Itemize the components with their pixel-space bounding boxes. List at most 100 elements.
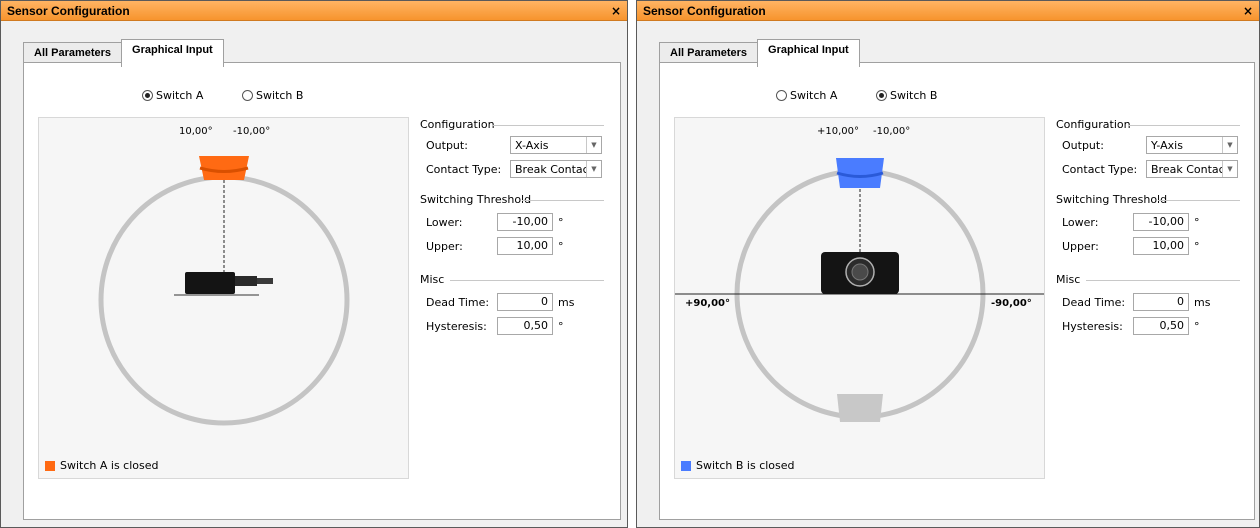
contact-type-value: Break Contact [515,162,586,176]
opposite-marker [837,394,883,422]
tab-page-graphical-input: Switch A Switch B +10,00° -10,00° +90,00… [659,62,1255,520]
dead-time-input[interactable]: 0 [497,293,553,311]
hysteresis-input[interactable]: 0,50 [497,317,553,335]
angle-circle [98,174,350,426]
group-divider [1128,125,1240,126]
contact-type-label: Contact Type: [426,163,502,176]
switch-a-label: Switch A [156,89,204,102]
title-bar[interactable]: Sensor Configuration × [637,1,1259,21]
connector-pins-icon [851,263,869,281]
dead-time-unit: ms [1194,296,1211,309]
upper-label: Upper: [426,240,463,253]
output-label: Output: [1062,139,1104,152]
sensor-side-icon [185,272,235,294]
lower-threshold-input[interactable]: -10,00 [1133,213,1189,231]
hysteresis-input[interactable]: 0,50 [1133,317,1189,335]
dead-time-label: Dead Time: [426,296,490,309]
angle-graphic[interactable]: 10,00° -10,00° Switch A is closed [38,117,409,479]
radio-selected-icon [876,90,887,101]
tab-graphical-input[interactable]: Graphical Input [757,39,860,67]
group-divider [1086,280,1240,281]
contact-type-select[interactable]: Break Contact ▼ [1146,160,1238,178]
angle-diagram [98,156,350,426]
window-title: Sensor Configuration [7,3,130,18]
threshold-label-lower: -10,00° [233,126,271,137]
configuration-group-title: Configuration [1056,118,1131,131]
switch-state-legend: Switch A is closed [45,459,158,472]
lower-label: Lower: [1062,216,1099,229]
threshold-marker[interactable] [836,158,884,188]
legend-swatch [45,460,55,471]
upper-threshold-input[interactable]: 10,00 [497,237,553,255]
chevron-down-icon[interactable]: ▼ [1222,137,1237,153]
contact-type-label: Contact Type: [1062,163,1138,176]
output-value: Y-Axis [1151,138,1183,152]
upper-threshold-input[interactable]: 10,00 [1133,237,1189,255]
lower-unit: ° [558,216,564,229]
sensor-connector-icon [235,276,257,286]
sensor-config-window-b: Sensor Configuration × All Parameters Gr… [636,0,1260,528]
contact-type-value: Break Contact [1151,162,1222,176]
radio-unselected-icon [242,90,253,101]
configuration-group-title: Configuration [420,118,495,131]
lower-label: Lower: [426,216,463,229]
threshold-group-title: Switching Threshold [420,193,532,206]
legend-text: Switch A is closed [60,459,159,472]
upper-label: Upper: [1062,240,1099,253]
hysteresis-label: Hysteresis: [1062,320,1123,333]
hysteresis-unit: ° [1194,320,1200,333]
output-select[interactable]: X-Axis ▼ [510,136,602,154]
output-select[interactable]: Y-Axis ▼ [1146,136,1238,154]
switch-b-label: Switch B [256,89,304,102]
title-bar[interactable]: Sensor Configuration × [1,1,627,21]
group-divider [522,200,604,201]
radio-unselected-icon [776,90,787,101]
sensor-cable-icon [257,278,273,284]
threshold-group-title: Switching Threshold [1056,193,1168,206]
threshold-label-lower: -10,00° [873,126,911,137]
output-value: X-Axis [515,138,549,152]
misc-group-title: Misc [1056,273,1081,286]
switch-b-label: Switch B [890,89,938,102]
upper-unit: ° [1194,240,1200,253]
upper-unit: ° [558,240,564,253]
window-title: Sensor Configuration [643,3,766,18]
threshold-label-upper: +10,00° [817,126,860,137]
dead-time-input[interactable]: 0 [1133,293,1189,311]
switch-a-radio[interactable]: Switch A [776,89,837,102]
tab-page-graphical-input: Switch A Switch B 10,00° -10,00° Switch … [23,62,621,520]
threshold-label-upper: 10,00° [179,126,213,137]
angle-graphic[interactable]: +10,00° -10,00° +90,00° -90,00° Switch B… [674,117,1045,479]
angle-diagram [675,158,1044,422]
hysteresis-unit: ° [558,320,564,333]
threshold-marker[interactable] [199,156,249,180]
hysteresis-label: Hysteresis: [426,320,487,333]
group-divider [450,280,604,281]
chevron-down-icon[interactable]: ▼ [586,161,601,177]
switch-a-radio[interactable]: Switch A [142,89,203,102]
close-icon[interactable]: × [611,4,621,18]
chevron-down-icon[interactable]: ▼ [586,137,601,153]
chevron-down-icon[interactable]: ▼ [1222,161,1237,177]
group-divider [1158,200,1240,201]
switch-b-radio[interactable]: Switch B [242,89,303,102]
lower-threshold-input[interactable]: -10,00 [497,213,553,231]
legend-text: Switch B is closed [696,459,795,472]
output-label: Output: [426,139,468,152]
switch-a-label: Switch A [790,89,838,102]
switch-state-legend: Switch B is closed [681,459,795,472]
switch-b-radio[interactable]: Switch B [876,89,937,102]
group-divider [492,125,604,126]
dead-time-label: Dead Time: [1062,296,1126,309]
radio-selected-icon [142,90,153,101]
contact-type-select[interactable]: Break Contact ▼ [510,160,602,178]
sensor-config-window-a: Sensor Configuration × All Parameters Gr… [0,0,628,528]
dead-time-unit: ms [558,296,575,309]
horizon-label-left: +90,00° [685,298,731,309]
horizon-label-right: -90,00° [991,298,1032,309]
lower-unit: ° [1194,216,1200,229]
close-icon[interactable]: × [1243,4,1253,18]
tab-graphical-input[interactable]: Graphical Input [121,39,224,67]
misc-group-title: Misc [420,273,445,286]
legend-swatch [681,460,691,471]
